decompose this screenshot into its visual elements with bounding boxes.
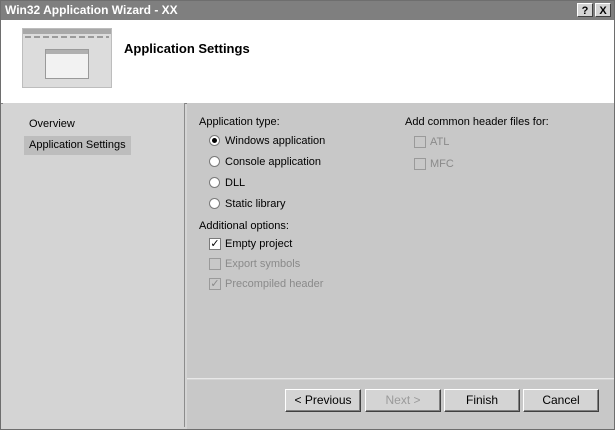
checkbox-box — [414, 158, 426, 170]
close-button[interactable]: X — [595, 3, 611, 17]
checkbox-box — [414, 136, 426, 148]
wizard-footer: < Previous Next > Finish Cancel — [187, 380, 614, 429]
common-headers-label: Add common header files for: — [405, 116, 549, 128]
radio-button — [209, 177, 220, 188]
previous-button[interactable]: < Previous — [285, 389, 361, 412]
radio-button — [209, 198, 220, 209]
wizard-window: Win32 Application Wizard - XX ? X Applic… — [0, 0, 615, 430]
next-button[interactable]: Next > — [365, 389, 441, 412]
sidebar-item-label: Application Settings — [29, 139, 126, 151]
wizard-sidebar: Overview Application Settings — [3, 103, 185, 427]
checkmark-icon: ✓ — [209, 278, 221, 290]
application-type-label: Application type: — [199, 116, 280, 128]
radio-button — [209, 135, 220, 146]
wizard-thumbnail-icon — [22, 28, 112, 88]
finish-button[interactable]: Finish — [444, 389, 520, 412]
divider — [187, 378, 614, 379]
cancel-button[interactable]: Cancel — [523, 389, 599, 412]
help-icon: ? — [581, 5, 589, 17]
window-title: Win32 Application Wizard - XX — [5, 3, 178, 17]
checkbox-box — [209, 258, 221, 270]
page-title: Application Settings — [124, 41, 250, 56]
close-icon: X — [599, 5, 607, 17]
wizard-header: Application Settings — [1, 20, 614, 104]
radio-button — [209, 156, 220, 167]
title-bar[interactable]: Win32 Application Wizard - XX ? X — [1, 1, 614, 20]
sidebar-item-application-settings[interactable]: Application Settings — [24, 136, 131, 155]
checkmark-icon: ✓ — [209, 238, 221, 250]
help-button[interactable]: ? — [577, 3, 593, 17]
sidebar-item-overview[interactable]: Overview — [24, 115, 80, 134]
sidebar-item-label: Overview — [29, 118, 75, 130]
settings-panel: Application type: Windows application Co… — [187, 103, 614, 379]
additional-options-label: Additional options: — [199, 220, 289, 232]
